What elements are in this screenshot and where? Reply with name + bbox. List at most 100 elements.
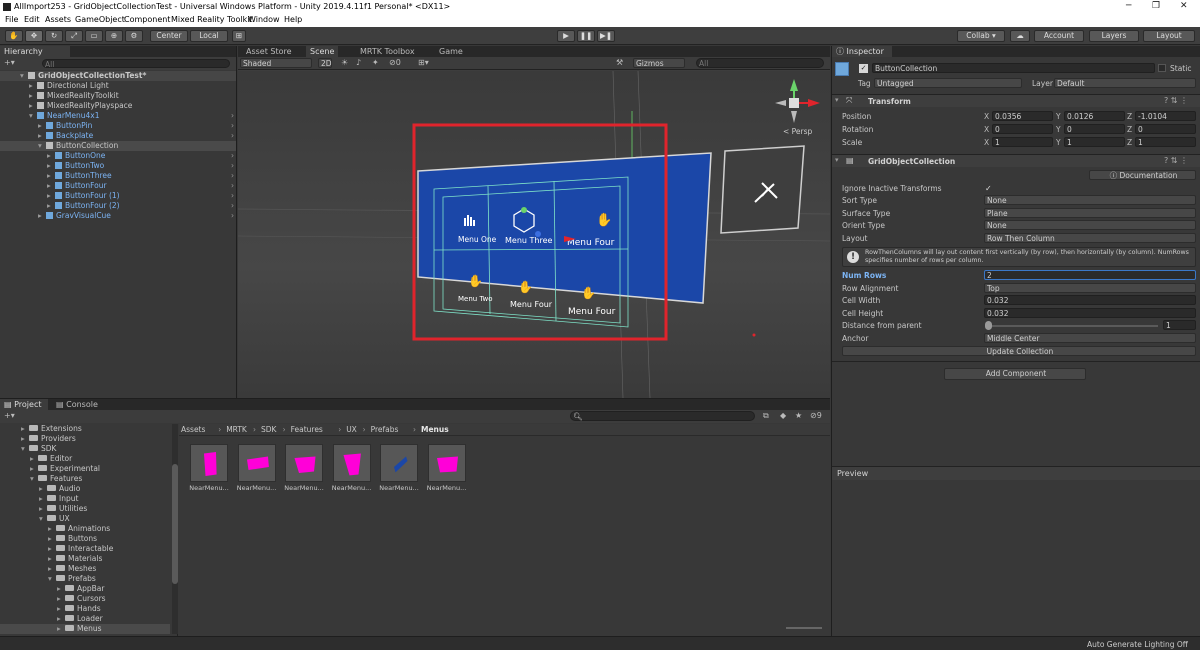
folder-item[interactable]: ▸ Materials bbox=[0, 554, 170, 564]
grid-collection-header[interactable]: ▾ ▤ GridObjectCollection ? ⇅ ⋮ bbox=[832, 154, 1200, 167]
folder-item[interactable]: ▸ Experimental bbox=[0, 464, 170, 474]
distance-field[interactable]: 1 bbox=[1163, 320, 1196, 330]
chevron-right-icon[interactable]: ▸ bbox=[39, 504, 47, 514]
folder-item[interactable]: ▸ Buttons bbox=[0, 534, 170, 544]
asset-thumbnail[interactable] bbox=[332, 444, 371, 482]
chevron-right-icon[interactable]: ▸ bbox=[48, 554, 56, 564]
maximize-button[interactable]: ❐ bbox=[1152, 1, 1160, 11]
scene-viewport[interactable]: ✋ ✋ ✋ ✋ Menu One Menu Three Menu Four Me… bbox=[238, 71, 830, 398]
filter-type-icon[interactable]: ⧉ bbox=[763, 411, 769, 421]
expand-arrow-icon[interactable]: ▸ bbox=[29, 81, 37, 91]
chevron-right-icon[interactable]: ▸ bbox=[39, 484, 47, 494]
transform-z-field[interactable]: 0 bbox=[1135, 124, 1196, 134]
folder-item[interactable]: ▸ Utilities bbox=[0, 504, 170, 514]
folder-item[interactable]: ▾ Features bbox=[0, 474, 170, 484]
folder-item[interactable]: ▸ Animations bbox=[0, 524, 170, 534]
breadcrumb-item[interactable]: SDK bbox=[261, 425, 276, 434]
breadcrumb-item[interactable]: Prefabs bbox=[371, 425, 399, 434]
chevron-right-icon[interactable]: ▸ bbox=[57, 614, 65, 624]
folder-item[interactable]: ▸ Loader bbox=[0, 614, 170, 624]
chevron-down-icon[interactable]: ▾ bbox=[21, 444, 29, 454]
chevron-right-icon[interactable]: › bbox=[231, 121, 234, 131]
scale-tool-icon[interactable]: ⤢ bbox=[65, 30, 83, 42]
chevron-right-icon[interactable]: › bbox=[231, 181, 234, 191]
breadcrumb-item[interactable]: Assets bbox=[181, 425, 205, 434]
tab-project[interactable]: ▤ Project bbox=[0, 399, 48, 410]
hierarchy-item[interactable]: ▸ Directional Light bbox=[0, 81, 236, 91]
distance-slider-track[interactable] bbox=[988, 325, 1158, 327]
expand-arrow-icon[interactable]: ▾ bbox=[38, 141, 46, 151]
asset-thumbnail[interactable] bbox=[285, 444, 323, 482]
hierarchy-item[interactable]: ▾ NearMenu4x1 › bbox=[0, 111, 236, 121]
tab-scene[interactable]: Scene bbox=[306, 46, 339, 57]
rect-tool-icon[interactable]: ▭ bbox=[85, 30, 103, 42]
folder-item[interactable]: ▸ Audio bbox=[0, 484, 170, 494]
effects-icon[interactable]: ✦ bbox=[372, 58, 379, 67]
transform-tool-icon[interactable]: ⊕ bbox=[105, 30, 123, 42]
cloud-icon[interactable]: ☁ bbox=[1010, 30, 1030, 42]
transform-z-field[interactable]: 1 bbox=[1135, 137, 1196, 147]
account-dropdown[interactable]: Account bbox=[1034, 30, 1084, 42]
row-alignment-dropdown[interactable]: Top bbox=[984, 283, 1196, 293]
custom-tool-icon[interactable]: ⚙ bbox=[125, 30, 143, 42]
hierarchy-item[interactable]: ▸ ButtonThree › bbox=[0, 171, 236, 181]
chevron-right-icon[interactable]: ▸ bbox=[57, 594, 65, 604]
transform-header[interactable]: ▾ ⤧ Transform ? ⇅ ⋮ bbox=[832, 94, 1200, 107]
project-search-input[interactable]: 🔍︎ bbox=[570, 411, 755, 421]
chevron-right-icon[interactable]: ▸ bbox=[48, 524, 56, 534]
breadcrumb-item[interactable]: UX bbox=[346, 425, 357, 434]
scene-search-input[interactable]: All bbox=[696, 58, 824, 68]
expand-arrow-icon[interactable]: ▸ bbox=[47, 181, 55, 191]
layout-dropdown[interactable]: Layout bbox=[1143, 30, 1195, 42]
folder-item[interactable]: ▸ Meshes bbox=[0, 564, 170, 574]
tab-asset-store[interactable]: Asset Store bbox=[242, 46, 296, 57]
chevron-right-icon[interactable]: ▸ bbox=[48, 534, 56, 544]
asset-thumbnail[interactable] bbox=[380, 444, 418, 482]
hierarchy-item[interactable]: ▸ ButtonFour (1) › bbox=[0, 191, 236, 201]
folder-item[interactable]: ▸ Input bbox=[0, 494, 170, 504]
asset-thumbnail[interactable] bbox=[237, 444, 276, 482]
ignore-inactive-checkbox[interactable]: ✓ bbox=[985, 184, 994, 193]
folder-item[interactable]: ▸ Cursors bbox=[0, 594, 170, 604]
transform-y-field[interactable]: 1 bbox=[1064, 137, 1125, 147]
transform-x-field[interactable]: 1 bbox=[992, 137, 1053, 147]
menu-component[interactable]: Component bbox=[124, 15, 170, 24]
icon-size-slider[interactable] bbox=[786, 627, 822, 629]
static-checkbox[interactable] bbox=[1158, 64, 1166, 72]
menu-help[interactable]: Help bbox=[284, 15, 302, 24]
step-button[interactable]: ▶❚ bbox=[597, 30, 615, 42]
chevron-right-icon[interactable]: ▸ bbox=[57, 624, 65, 634]
folder-item[interactable]: ▸ Providers bbox=[0, 434, 170, 444]
folder-item[interactable]: ▸ Extensions bbox=[0, 424, 170, 434]
menu-gameobject[interactable]: GameObject bbox=[75, 15, 125, 24]
folder-item[interactable]: ▸ AppBar bbox=[0, 584, 170, 594]
pause-button[interactable]: ❚❚ bbox=[577, 30, 595, 42]
chevron-right-icon[interactable]: › bbox=[231, 191, 234, 201]
tab-game[interactable]: Game bbox=[435, 46, 467, 57]
add-icon[interactable]: +▾ bbox=[4, 58, 15, 67]
component-menu-icon[interactable]: ? ⇅ ⋮ bbox=[1164, 156, 1188, 165]
surface-type-dropdown[interactable]: Plane bbox=[984, 208, 1196, 218]
close-button[interactable]: ✕ bbox=[1180, 1, 1188, 11]
hidden-packages-icon[interactable]: ⊘9 bbox=[810, 411, 822, 420]
hierarchy-item[interactable]: ▾ ButtonCollection bbox=[0, 141, 236, 151]
transform-y-field[interactable]: 0.0126 bbox=[1064, 111, 1125, 121]
hierarchy-item[interactable]: ▸ ButtonFour (2) › bbox=[0, 201, 236, 211]
lighting-icon[interactable]: ☀ bbox=[341, 58, 348, 67]
scene-root[interactable]: ▾ GridObjectCollectionTest* bbox=[0, 71, 236, 81]
tab-mrtk-toolbox[interactable]: MRTK Toolbox bbox=[356, 46, 419, 57]
hierarchy-item[interactable]: ▸ ButtonOne › bbox=[0, 151, 236, 161]
chevron-right-icon[interactable]: › bbox=[231, 171, 234, 181]
chevron-right-icon[interactable]: › bbox=[231, 111, 234, 121]
tree-scrollbar[interactable] bbox=[172, 424, 178, 634]
hierarchy-item[interactable]: ▸ Backplate › bbox=[0, 131, 236, 141]
update-collection-button[interactable]: Update Collection bbox=[842, 346, 1196, 356]
add-asset-icon[interactable]: +▾ bbox=[4, 411, 15, 420]
layout-dropdown[interactable]: Row Then Column bbox=[984, 233, 1196, 243]
collab-dropdown[interactable]: Collab ▾ bbox=[957, 30, 1005, 42]
pivot-local-button[interactable]: Local bbox=[190, 30, 228, 42]
num-rows-field[interactable]: 2 bbox=[984, 270, 1196, 280]
pivot-center-button[interactable]: Center bbox=[150, 30, 188, 42]
folder-item[interactable]: ▸ Hands bbox=[0, 604, 170, 614]
orient-type-dropdown[interactable]: None bbox=[984, 220, 1196, 230]
